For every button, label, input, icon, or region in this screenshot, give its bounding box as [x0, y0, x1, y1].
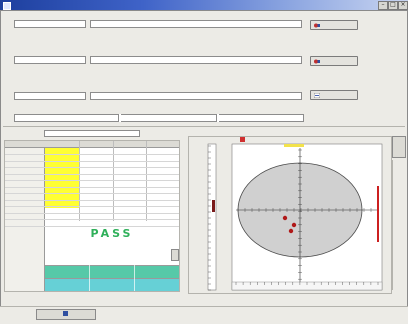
grid-line: [146, 141, 147, 221]
measure-icon: [314, 59, 320, 64]
pass-status-text: PASS: [90, 227, 134, 240]
standard-description-field[interactable]: [90, 20, 302, 28]
sample-measure-button[interactable]: [310, 56, 358, 66]
hue-marker: [284, 144, 304, 147]
minimize-button[interactable]: –: [378, 1, 388, 10]
table-row-divider: [5, 212, 179, 214]
grid-line: [113, 141, 114, 221]
standard-measure-button[interactable]: [310, 20, 358, 30]
sample-name-field[interactable]: [14, 56, 86, 64]
table-row-divider: [5, 173, 179, 175]
divider: [3, 126, 405, 127]
tolerance-value-field[interactable]: [44, 130, 140, 137]
results-scrollbar-thumb[interactable]: [171, 249, 179, 261]
color-difference-plot: [207, 143, 383, 291]
grid-line: [89, 265, 90, 291]
table-row-divider: [5, 206, 179, 207]
table-row-divider: [5, 219, 179, 220]
measure-icon: [314, 23, 320, 28]
recipe-field-divider: [216, 114, 219, 122]
table-row-divider: [5, 154, 179, 155]
recipe-field-divider: [118, 114, 121, 122]
table-row-divider: [5, 193, 179, 194]
bottom-tab[interactable]: [36, 309, 96, 320]
product-name-field[interactable]: [14, 92, 86, 100]
tolerance-icon: [313, 92, 321, 99]
results-header: [5, 141, 179, 148]
table-row-divider: [5, 180, 179, 181]
maximize-button[interactable]: □: [388, 1, 398, 10]
title-bar: – □ ×: [0, 0, 408, 10]
product-description-field[interactable]: [90, 92, 302, 100]
close-button[interactable]: ×: [398, 1, 408, 10]
side-tab[interactable]: [392, 136, 406, 158]
table-row-divider: [5, 167, 179, 168]
table-row-divider: [5, 199, 179, 201]
table-row-divider: [5, 186, 179, 188]
grid-line: [134, 265, 135, 291]
color-swatch-sample: [45, 278, 179, 291]
app-icon: [3, 2, 11, 10]
sample-description-field[interactable]: [90, 56, 302, 64]
color-swatch-standard: [45, 265, 179, 278]
side-panel-strip: [392, 160, 406, 290]
tab-icon: [62, 311, 68, 316]
results-table: PASS: [4, 140, 180, 292]
standard-name-field[interactable]: [14, 20, 86, 28]
table-row-divider: [5, 160, 179, 162]
recipe-field[interactable]: [14, 114, 304, 122]
sample-point: [282, 215, 288, 221]
sample-point: [288, 228, 294, 234]
tolerance-button[interactable]: [310, 90, 358, 100]
lightness-scale: [207, 143, 217, 291]
grid-line: [79, 141, 80, 221]
sample-point: [291, 222, 297, 228]
